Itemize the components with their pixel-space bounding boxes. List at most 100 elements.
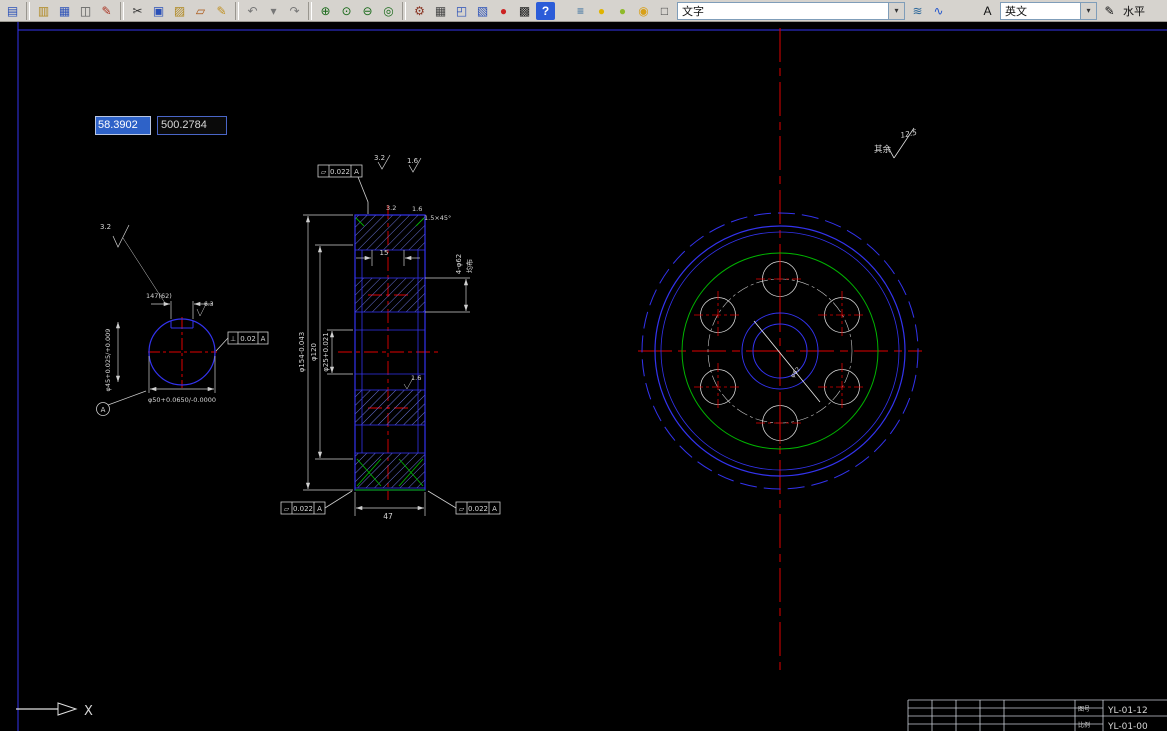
coordinate-input-x[interactable]: 58.3902 (95, 116, 151, 135)
language-combo-dropdown-button[interactable]: ▾ (1080, 2, 1096, 19)
holes-note-label[interactable]: 均布 (465, 259, 474, 273)
cut-icon[interactable]: ✂ (128, 2, 147, 20)
title-block-code-2: YL-01-00 (1107, 722, 1148, 731)
frame-checkbox-icon[interactable]: □ (655, 2, 674, 20)
language-combo-value: 英文 (1005, 5, 1027, 18)
title-block: 图号 YL-01-12 比例 YL-01-00 (907, 699, 1167, 731)
section-view[interactable]: φ154-0.043 φ120 φ25+0.021 15 4-φ62 均布 47… (280, 154, 501, 521)
toolbar-separator-5 (402, 1, 406, 20)
holes-count-label[interactable]: 4-φ62 (455, 254, 463, 275)
tol-br-datum: A (492, 505, 497, 513)
record-icon[interactable]: ● (494, 2, 513, 20)
table-icon[interactable]: ▦ (431, 2, 450, 20)
front-centerlines (638, 28, 922, 672)
tolerance-frame-top[interactable]: ▱ 0.022 A (317, 164, 369, 214)
left-view[interactable]: 3.2 6.3 147(62) φ45+0.025/+0.009 φ50+0.0… (96, 223, 269, 416)
tolerance-frame-bottom-right[interactable]: ▱ 0.022 A (427, 490, 501, 515)
roughness-value: 12.5 (900, 128, 918, 140)
finish-mid-label: 1.6 (411, 374, 421, 382)
spreadsheet-icon[interactable]: ▩ (515, 2, 534, 20)
language-combo[interactable]: 英文 ▾ (1000, 1, 1097, 20)
new-window-icon[interactable]: ◰ (452, 2, 471, 20)
tol-br-symbol: ▱ (459, 505, 465, 513)
coordinate-x-value: 58.3902 (96, 117, 150, 134)
style-combo[interactable]: 文字 ▾ (677, 1, 905, 20)
copy-icon[interactable]: ▣ (149, 2, 168, 20)
sketch-pen-icon[interactable]: ✎ (1100, 2, 1119, 20)
x-axis-label: X (84, 704, 93, 719)
title-block-code-1: YL-01-12 (1107, 706, 1148, 716)
material-ball-icon[interactable]: ◉ (634, 2, 653, 20)
dia-bore-label[interactable]: φ25+0.021 (322, 332, 330, 371)
redo-icon[interactable]: ↷ (285, 2, 304, 20)
width-dim-label[interactable]: 47 (383, 512, 393, 521)
tolerance-frame-left[interactable]: ⊥ 0.02 A (215, 331, 269, 352)
datum-label: A (101, 406, 106, 414)
text-style-icon[interactable]: A (978, 2, 997, 20)
left-finish2-label: 6.3 (204, 301, 214, 308)
tol-top-symbol: ▱ (321, 168, 327, 176)
toolbar-gap-2 (949, 2, 977, 20)
tolerance-frame-bottom-left[interactable]: ▱ 0.022 A (280, 490, 353, 515)
zoom-out-icon[interactable]: ⊖ (358, 2, 377, 20)
hole-leader-line (753, 320, 821, 403)
zoom-in-icon[interactable]: ⊕ (316, 2, 335, 20)
plot-icon[interactable]: ✎ (97, 2, 116, 20)
left-finish-label: 3.2 (100, 223, 111, 231)
section-outline[interactable] (354, 214, 426, 491)
toolbar-separator-3 (235, 1, 239, 20)
toolbar-separator-4 (308, 1, 312, 20)
right-toolbar-label: 水平 (1123, 5, 1145, 18)
app-icon[interactable]: ▤ (3, 2, 22, 20)
dia-pitch-label[interactable]: φ120 (310, 343, 318, 361)
front-view[interactable]: φ62 (638, 28, 922, 672)
tol-left-symbol: ⊥ (230, 335, 236, 343)
title-block-label-2: 比例 (1078, 721, 1090, 729)
bulb-color-icon[interactable]: ● (613, 2, 632, 20)
surface-roughness-note: 12.5 其余 (874, 128, 918, 159)
image-icon[interactable]: ▧ (473, 2, 492, 20)
tol-left-datum: A (261, 335, 266, 343)
tol-br-value: 0.022 (468, 505, 488, 513)
style-combo-value: 文字 (682, 5, 704, 18)
zoom-window-icon[interactable]: ⊙ (337, 2, 356, 20)
coordinate-y-value: 500.2784 (161, 119, 207, 131)
datum-flag[interactable]: A (96, 402, 110, 416)
ucs-axis-icon[interactable]: X (16, 702, 93, 719)
open-icon[interactable]: ▥ (34, 2, 53, 20)
tol-top-datum: A (354, 168, 359, 176)
tol-left-value: 0.02 (240, 335, 256, 343)
undo-dropdown-icon[interactable]: ▾ (264, 2, 283, 20)
tol-bl-symbol: ▱ (284, 505, 290, 513)
options-icon[interactable]: ⚙ (410, 2, 429, 20)
toolbar: ▤ ▥ ▦ ◫ ✎ ✂ ▣ ▨ ▱ ✎ ↶ ▾ ↷ ⊕ ⊙ ⊖ ◎ ⚙ ▦ ◰ ▧ ● ▩? ≡ ● ● ◉ □ 文字 ▾ ≋ ∿ A 英文 ▾ ✎ 水… (0, 0, 1167, 22)
roughness-note-text: 其余 (874, 144, 892, 155)
style-combo-dropdown-button[interactable]: ▾ (888, 2, 904, 19)
undo-icon[interactable]: ↶ (243, 2, 262, 20)
erase-icon[interactable]: ▱ (191, 2, 210, 20)
finish-top2-label: 1.6 (407, 157, 419, 165)
title-block-label-1: 图号 (1078, 706, 1090, 713)
keyway-dim-label[interactable]: 147(62) (146, 292, 172, 300)
spline-icon[interactable]: ∿ (929, 2, 948, 20)
tol-top-value: 0.022 (330, 168, 350, 176)
coordinate-input-y[interactable]: 500.2784 (157, 116, 227, 135)
tol-bl-value: 0.022 (293, 505, 313, 513)
sheet-set-icon[interactable]: ≋ (908, 2, 927, 20)
dia-outer-label[interactable]: φ154-0.043 (298, 332, 306, 373)
format-painter-icon[interactable]: ✎ (212, 2, 231, 20)
zoom-previous-icon[interactable]: ◎ (379, 2, 398, 20)
toolbar-gap-1 (556, 2, 570, 20)
save-icon[interactable]: ▦ (55, 2, 74, 20)
chamfer-label: 1.5×45° (424, 214, 451, 222)
tol-bl-datum: A (317, 505, 322, 513)
layers-icon[interactable]: ≡ (571, 2, 590, 20)
bulb-on-icon[interactable]: ● (592, 2, 611, 20)
bore-dim-label[interactable]: φ45+0.025/+0.009 (104, 329, 112, 392)
print-preview-icon[interactable]: ◫ (76, 2, 95, 20)
outer-dim-label[interactable]: φ50+0.0650/-0.0000 (148, 396, 216, 404)
hub-width-label[interactable]: 15 (380, 249, 389, 257)
paste-icon[interactable]: ▨ (170, 2, 189, 20)
finish-edge1-label: 3.2 (386, 204, 396, 212)
help-icon[interactable]: ? (536, 1, 555, 20)
